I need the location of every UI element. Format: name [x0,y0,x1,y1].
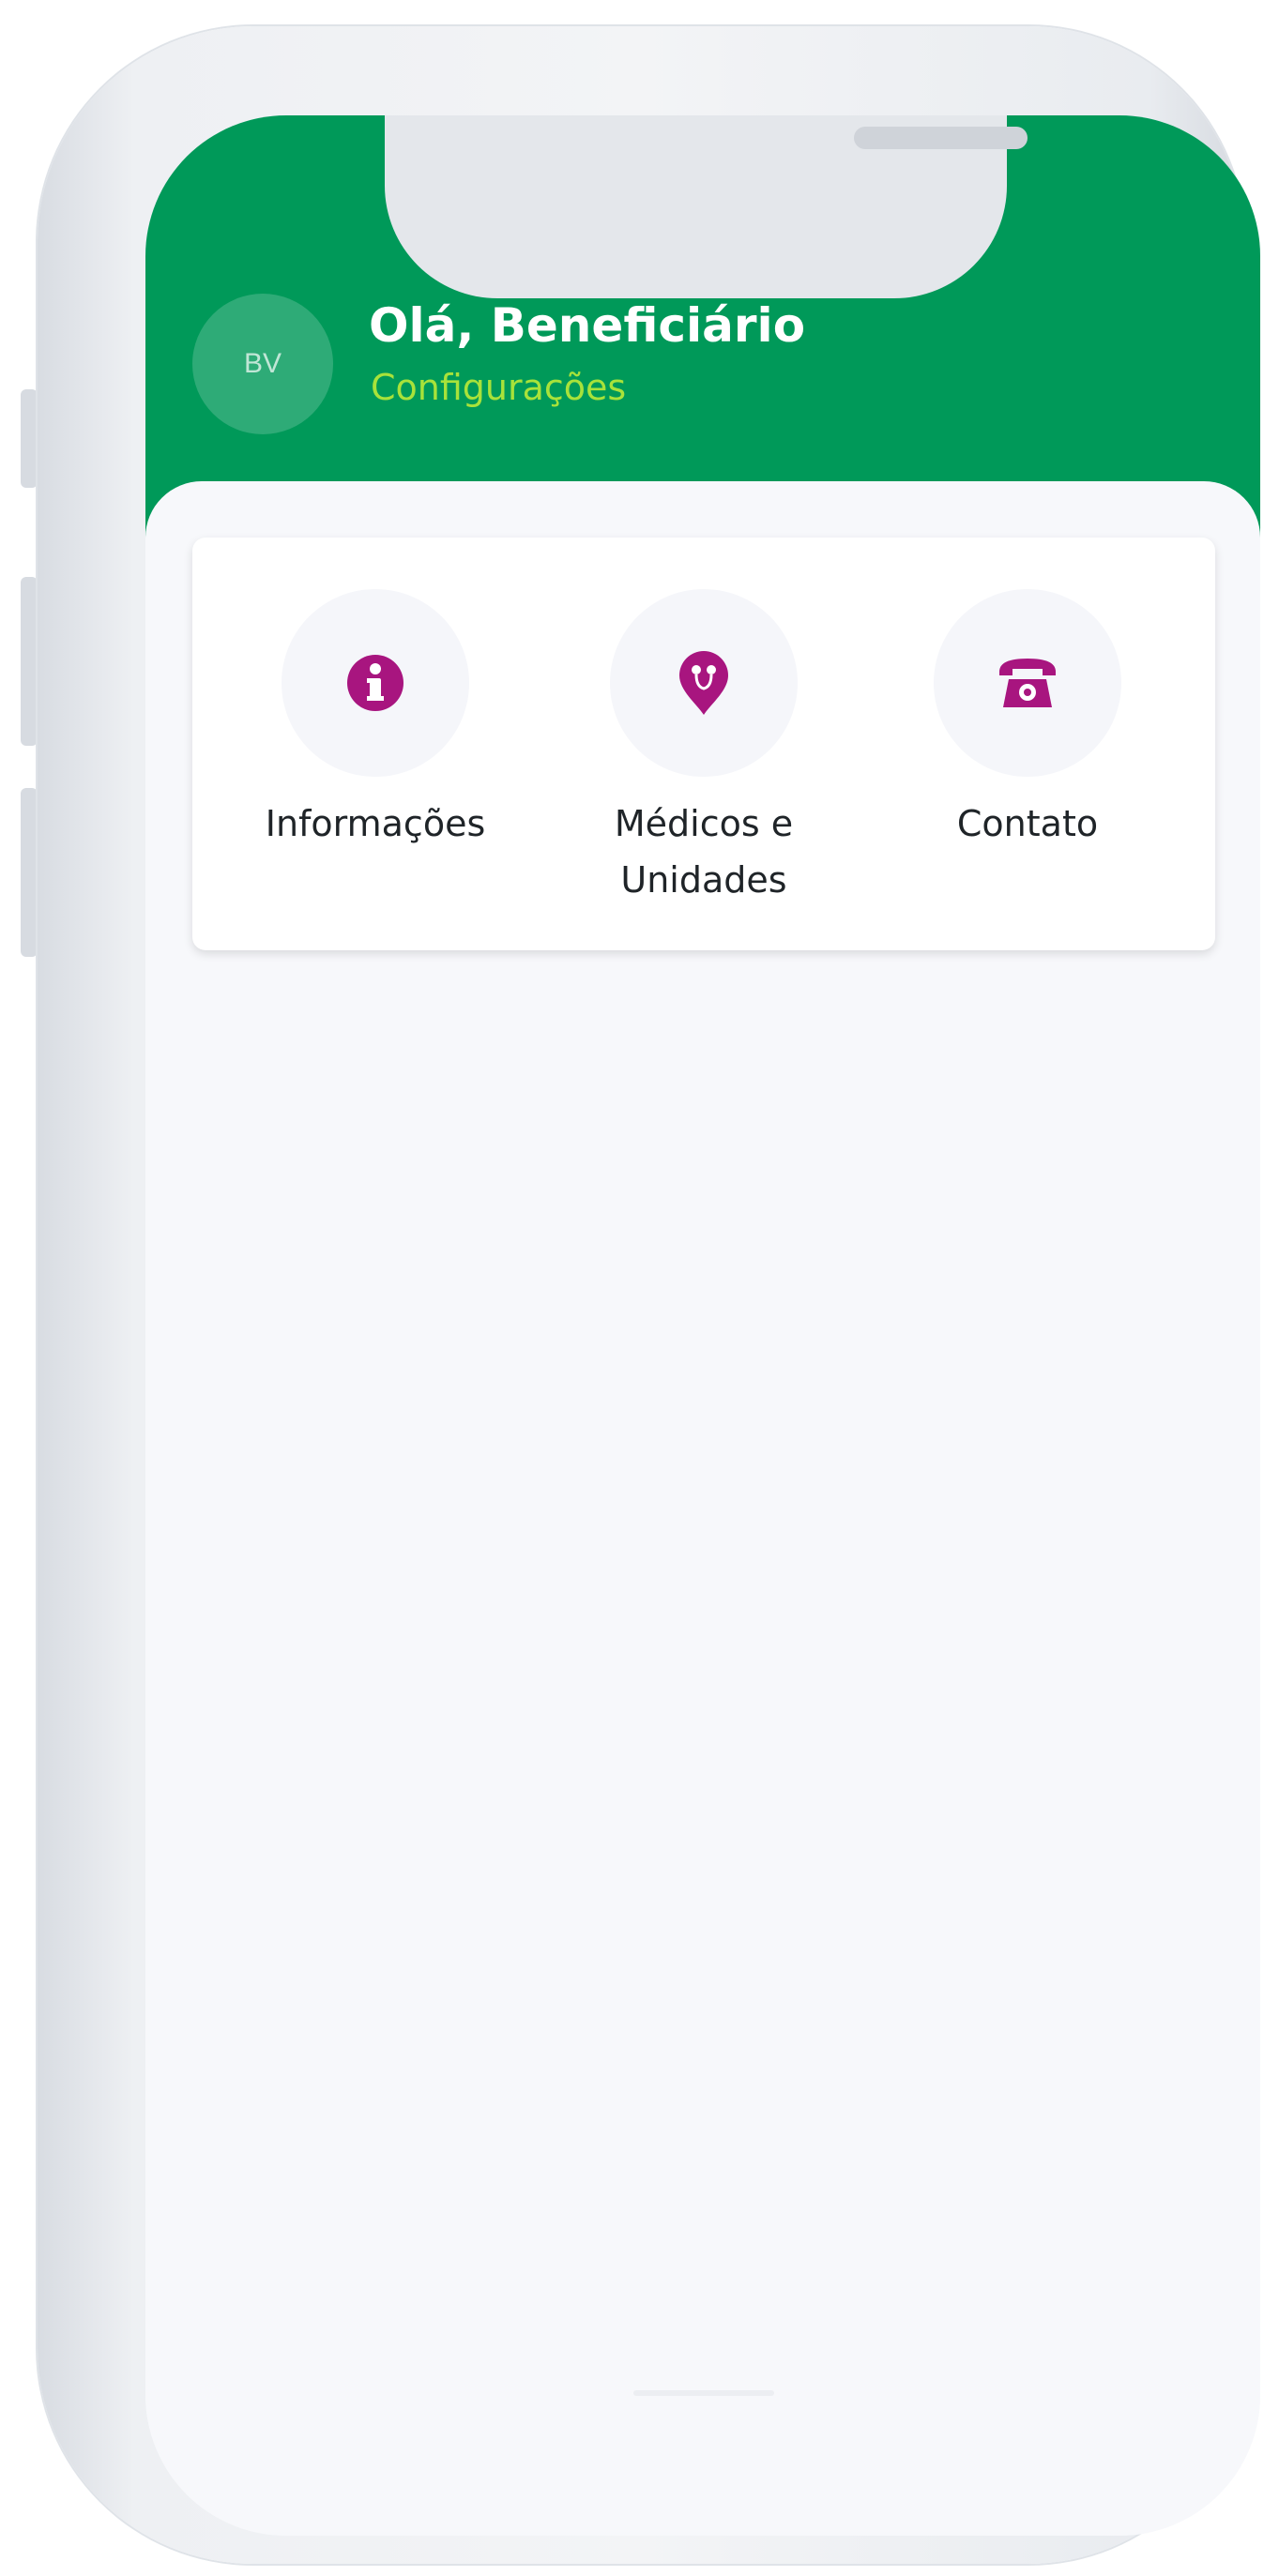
phone-screen: BV Olá, Beneficiário Configurações Infor… [145,115,1260,2536]
phone-notch [385,115,1028,298]
location-pin-icon-button[interactable] [610,589,798,777]
quick-actions-card: Informações Médicos e Unidades Contato [192,538,1215,950]
location-pin-icon [679,651,728,715]
info-icon-button[interactable] [282,589,469,777]
action-label-informacoes: Informações [265,803,486,844]
telephone-icon-button[interactable] [934,589,1121,777]
speaker-grille [854,127,1028,149]
volume-down-button [21,788,38,957]
telephone-icon [999,659,1056,707]
volume-up-button [21,577,38,746]
info-icon [347,655,403,711]
settings-link[interactable]: Configurações [371,367,626,408]
action-contato[interactable]: Contato [887,589,1168,852]
phone-frame: BV Olá, Beneficiário Configurações Infor… [38,26,1260,2564]
action-informacoes[interactable]: Informações [235,589,516,852]
action-label-medicos-unidades: Médicos e Unidades [614,803,794,901]
action-medicos-unidades[interactable]: Médicos e Unidades [563,589,845,908]
home-indicator[interactable] [633,2390,774,2396]
avatar[interactable]: BV [192,294,333,434]
action-label-contato: Contato [956,803,1099,844]
greeting-title: Olá, Beneficiário [369,298,806,353]
mute-switch [21,389,38,488]
